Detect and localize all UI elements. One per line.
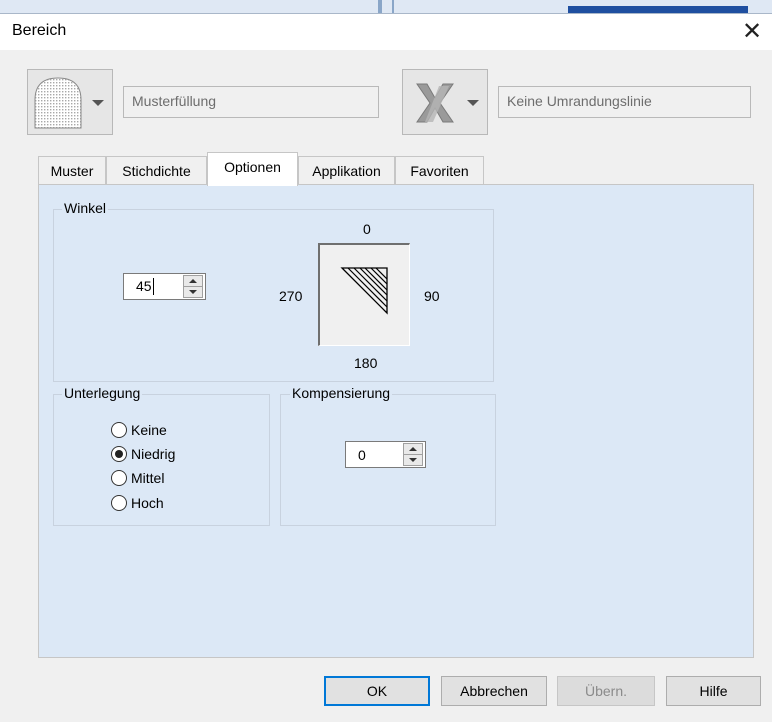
background-divider [392,0,394,14]
fill-type-button[interactable] [27,69,113,135]
tab-stichdichte[interactable]: Stichdichte [106,156,207,184]
help-button[interactable]: Hilfe [666,676,761,706]
angle-group-label: Winkel [62,200,109,216]
underlay-option-mittel[interactable]: Mittel [111,469,201,489]
tab-optionen[interactable]: Optionen [207,152,298,186]
tab-muster[interactable]: Muster [38,156,106,184]
tab-applikation[interactable]: Applikation [298,156,395,184]
border-type-field: Keine Umrandungslinie [498,86,751,118]
angle-step-up[interactable] [184,276,202,287]
underlay-option-keine[interactable]: Keine [111,421,201,441]
title-bar [0,14,772,50]
underlay-option-hoch[interactable]: Hoch [111,494,201,514]
compensation-group-label: Kompensierung [290,385,393,401]
radio-label: Mittel [131,470,165,486]
tab-favoriten[interactable]: Favoriten [395,156,484,184]
underlay-option-niedrig[interactable]: Niedrig [111,445,201,465]
radio-button[interactable] [111,495,127,511]
angle-step-down[interactable] [184,287,202,298]
radio-label: Niedrig [131,446,176,462]
chevron-down-icon [92,100,104,106]
cancel-button[interactable]: Abbrechen [441,676,547,706]
compensation-step-down[interactable] [404,455,422,466]
dialog-title: Bereich [12,22,67,39]
text-cursor [153,278,154,295]
border-type-button[interactable] [402,69,488,135]
no-border-icon [416,83,454,123]
radio-label: Hoch [131,495,164,511]
angle-value: 45 [136,278,152,294]
radio-label: Keine [131,422,167,438]
apply-button[interactable]: Übern. [557,676,655,706]
angle-preview [318,243,410,346]
compensation-value: 0 [358,447,366,463]
radio-button[interactable] [111,446,127,462]
pattern-fill-icon [34,77,82,129]
close-icon[interactable]: ✕ [738,18,766,46]
underlay-group-label: Unterlegung [62,385,143,401]
radio-button[interactable] [111,422,127,438]
ok-button[interactable]: OK [324,676,430,706]
stitch-angle-icon [340,267,388,315]
angle-label-right: 90 [424,288,440,304]
angle-label-top: 0 [363,221,371,237]
compensation-step-up[interactable] [404,444,422,455]
compensation-stepper[interactable] [403,443,423,466]
radio-button[interactable] [111,470,127,486]
chevron-down-icon [467,100,479,106]
angle-label-left: 270 [279,288,303,304]
fill-type-field: Musterfüllung [123,86,379,118]
angle-label-bottom: 180 [354,355,378,371]
angle-stepper[interactable] [183,275,203,298]
background-divider [378,0,382,14]
